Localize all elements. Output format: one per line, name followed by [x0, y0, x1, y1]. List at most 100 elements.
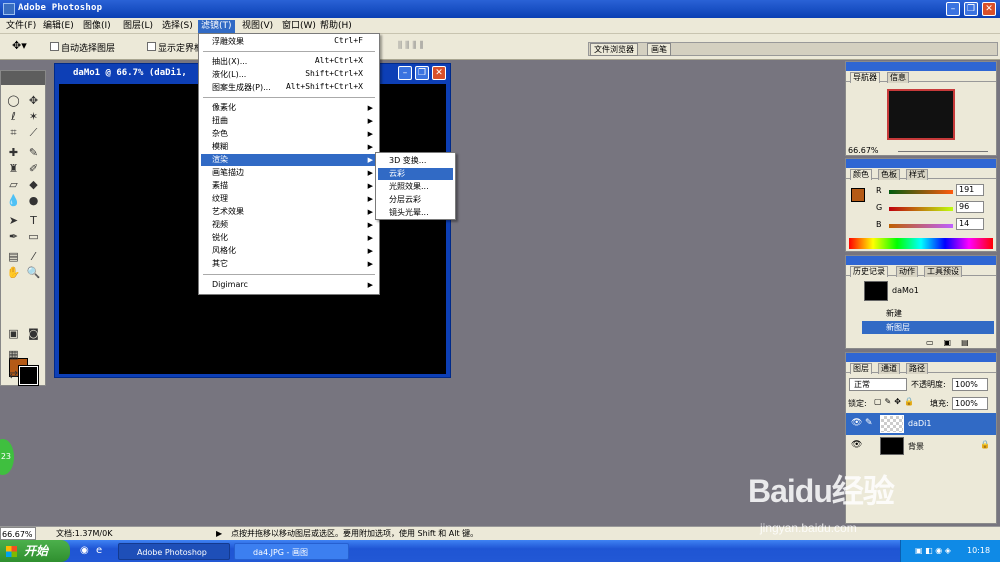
menu-item-emboss[interactable]: 浮雕效果 Ctrl+F [201, 36, 377, 48]
menu-select[interactable]: 选择(S) [159, 20, 196, 33]
tab-swatches[interactable]: 色板 [878, 169, 900, 180]
tab-styles[interactable]: 样式 [906, 169, 928, 180]
tab-layers[interactable]: 图层 [850, 363, 872, 374]
menu-item-brush-strokes[interactable]: 画笔描边 ▶ [201, 167, 377, 179]
tab-tool-presets[interactable]: 工具预设 [924, 266, 962, 277]
brush-tool-icon[interactable]: ✎ [25, 145, 42, 160]
menu-item-sketch[interactable]: 素描 ▶ [201, 180, 377, 192]
close-button[interactable]: ✕ [982, 2, 996, 16]
screen-mode-icon[interactable]: ▦ [5, 347, 22, 362]
floating-badge[interactable]: 23 [0, 439, 14, 475]
notes-tool-icon[interactable]: ▤ [5, 249, 22, 264]
layer-name[interactable]: daDi1 [908, 419, 931, 428]
type-tool-icon[interactable]: T [25, 213, 42, 228]
tab-brushes[interactable]: 画笔 [647, 43, 671, 56]
doc-minimize-button[interactable]: – [398, 66, 412, 80]
layer-row[interactable]: 👁 背景 🔒 [846, 435, 996, 457]
submenu-item-difference-clouds[interactable]: 分层云彩 [378, 194, 453, 206]
minimize-button[interactable]: – [946, 2, 960, 16]
doc-close-button[interactable]: ✕ [432, 66, 446, 80]
menu-item-artistic[interactable]: 艺术效果 ▶ [201, 206, 377, 218]
input-b[interactable]: 14 [956, 218, 984, 230]
standard-mode-icon[interactable]: ▣ [5, 326, 22, 341]
move-tool-icon[interactable]: ✥ [25, 93, 42, 108]
marquee-tool-icon[interactable]: ◯ [5, 93, 22, 108]
color-ramp[interactable] [849, 238, 993, 249]
navigator-preview[interactable] [887, 89, 955, 140]
menu-item-stylize[interactable]: 风格化 ▶ [201, 245, 377, 257]
menu-item-other[interactable]: 其它 ▶ [201, 258, 377, 270]
move-tool-icon[interactable]: ✥▾ [12, 39, 27, 52]
input-r[interactable]: 191 [956, 184, 984, 196]
eraser-tool-icon[interactable]: ▱ [5, 177, 22, 192]
tab-info[interactable]: 信息 [887, 72, 909, 83]
submenu-item-lighting-effects[interactable]: 光照效果... [378, 181, 453, 193]
tab-color[interactable]: 颜色 [850, 169, 872, 180]
jump-to-imageready-icon[interactable]: ⇄ [5, 367, 22, 382]
tab-channels[interactable]: 通道 [878, 363, 900, 374]
menu-item-extract[interactable]: 抽出(X)... Alt+Ctrl+X [201, 56, 377, 68]
blur-tool-icon[interactable]: 💧 [5, 193, 22, 208]
paint-bucket-icon[interactable]: ◆ [25, 177, 42, 192]
navigator-zoom-slider[interactable] [898, 151, 988, 152]
quick-mask-icon[interactable]: ◙ [25, 326, 42, 341]
path-select-icon[interactable]: ➤ [5, 213, 22, 228]
hand-tool-icon[interactable]: ✋ [5, 265, 22, 280]
clone-stamp-icon[interactable]: ♜ [5, 161, 22, 176]
history-brush-icon[interactable]: ✐ [25, 161, 42, 176]
doc-maximize-button[interactable]: ❐ [415, 66, 429, 80]
menu-item-pixelate[interactable]: 像素化 ▶ [201, 102, 377, 114]
tab-file-browser[interactable]: 文件浏览器 [590, 43, 638, 56]
taskbar-item-photoshop[interactable]: Adobe Photoshop [118, 543, 230, 560]
eye-icon[interactable]: 👁 [851, 440, 862, 450]
tray-icons[interactable]: ▣ ◧ ◉ ◈ [915, 540, 951, 562]
magic-wand-icon[interactable]: ✶ [25, 109, 42, 124]
lock-icons[interactable]: ▢✎✥🔒 [874, 397, 917, 406]
tab-actions[interactable]: 动作 [896, 266, 918, 277]
fill-input[interactable]: 100% [952, 397, 988, 410]
status-doc-size[interactable]: 文档:1.37M/0K [56, 527, 112, 540]
shape-tool-icon[interactable]: ▭ [25, 229, 42, 244]
layer-row-selected[interactable]: 👁 ✎ daDi1 [846, 413, 996, 435]
quicklaunch-icon[interactable]: ◉ [80, 545, 89, 556]
history-actions-icons[interactable]: ▭▣▤ [926, 338, 979, 347]
opacity-input[interactable]: 100% [952, 378, 988, 391]
menu-image[interactable]: 图像(I) [80, 20, 114, 33]
slider-g[interactable] [889, 207, 953, 211]
healing-brush-icon[interactable]: ✚ [5, 145, 22, 160]
lasso-tool-icon[interactable]: ℓ [5, 109, 22, 124]
ie-icon[interactable]: e [96, 545, 102, 556]
menu-filter[interactable]: 滤镜(T) [198, 20, 235, 33]
slider-r[interactable] [889, 190, 953, 194]
submenu-item-lens-flare[interactable]: 镜头光晕... [378, 207, 453, 219]
menu-item-render[interactable]: 渲染 ▶ [201, 154, 377, 166]
menu-help[interactable]: 帮助(H) [317, 20, 355, 33]
auto-select-checkbox[interactable] [50, 42, 59, 51]
submenu-item-clouds[interactable]: 云彩 [378, 168, 453, 180]
menu-item-digimarc[interactable]: Digimarc ▶ [201, 279, 377, 291]
menu-item-distort[interactable]: 扭曲 ▶ [201, 115, 377, 127]
fg-color-swatch[interactable] [851, 188, 865, 202]
zoom-tool-icon[interactable]: 🔍 [25, 265, 42, 280]
menu-file[interactable]: 文件(F) [3, 20, 39, 33]
pen-tool-icon[interactable]: ✒ [5, 229, 22, 244]
blend-mode-select[interactable]: 正常 [849, 378, 907, 391]
input-g[interactable]: 96 [956, 201, 984, 213]
menu-item-sharpen[interactable]: 锐化 ▶ [201, 232, 377, 244]
taskbar-item-paint[interactable]: da4.JPG - 画图 [234, 543, 349, 560]
crop-tool-icon[interactable]: ⌗ [5, 125, 22, 140]
tray-clock[interactable]: 10:18 [967, 540, 990, 562]
tab-navigator[interactable]: 导航器 [850, 72, 880, 83]
submenu-item-3d-transform[interactable]: 3D 变换... [378, 155, 453, 167]
menu-window[interactable]: 窗口(W) [279, 20, 319, 33]
menu-item-texture[interactable]: 纹理 ▶ [201, 193, 377, 205]
menu-item-noise[interactable]: 杂色 ▶ [201, 128, 377, 140]
menu-layer[interactable]: 图层(L) [120, 20, 156, 33]
navigator-zoom[interactable]: 66.67% [848, 146, 879, 155]
menu-item-pattern-maker[interactable]: 图案生成器(P)... Alt+Shift+Ctrl+X [201, 82, 377, 94]
slider-b[interactable] [889, 224, 953, 228]
menu-edit[interactable]: 编辑(E) [40, 20, 77, 33]
maximize-button[interactable]: ❐ [964, 2, 978, 16]
slice-tool-icon[interactable]: ⟋ [25, 125, 42, 140]
history-snapshot[interactable]: daMo1 [892, 286, 919, 295]
